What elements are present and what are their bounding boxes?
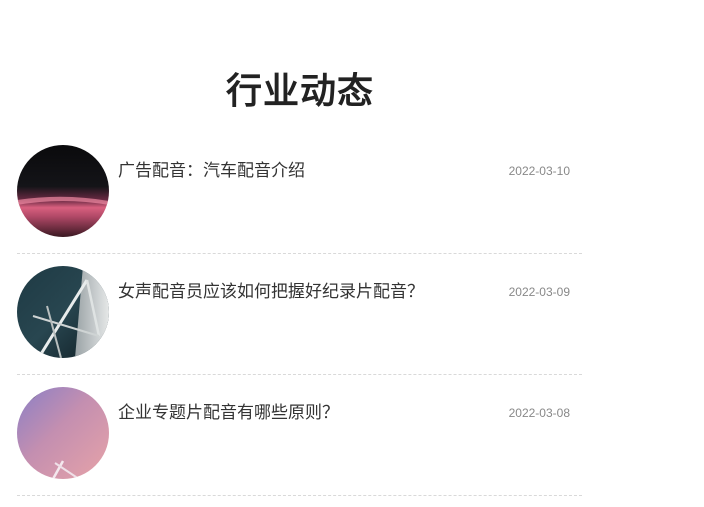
news-title[interactable]: 企业专题片配音有哪些原则？ [118, 402, 339, 424]
pastel-abstract-photo-icon[interactable] [17, 387, 109, 479]
news-item[interactable]: 女声配音员应该如何把握好纪录片配音？ 2022-03-09 [17, 266, 582, 375]
page: 行业动态 广告配音：汽车配音介绍 2022-03-10 女声配音员应该如何把握好… [0, 0, 704, 507]
news-date: 2022-03-09 [508, 285, 570, 299]
car-photo-icon[interactable] [17, 145, 109, 237]
news-date: 2022-03-10 [508, 164, 570, 178]
architecture-photo-icon[interactable] [17, 266, 109, 358]
news-item[interactable]: 广告配音：汽车配音介绍 2022-03-10 [17, 145, 582, 254]
news-date: 2022-03-08 [508, 406, 570, 420]
news-list: 广告配音：汽车配音介绍 2022-03-10 女声配音员应该如何把握好纪录片配音… [17, 145, 582, 507]
news-item[interactable]: 企业专题片配音有哪些原则？ 2022-03-08 [17, 387, 582, 496]
news-title[interactable]: 广告配音：汽车配音介绍 [118, 160, 305, 182]
section-title: 行业动态 [225, 71, 374, 113]
news-title[interactable]: 女声配音员应该如何把握好纪录片配音？ [118, 281, 424, 303]
